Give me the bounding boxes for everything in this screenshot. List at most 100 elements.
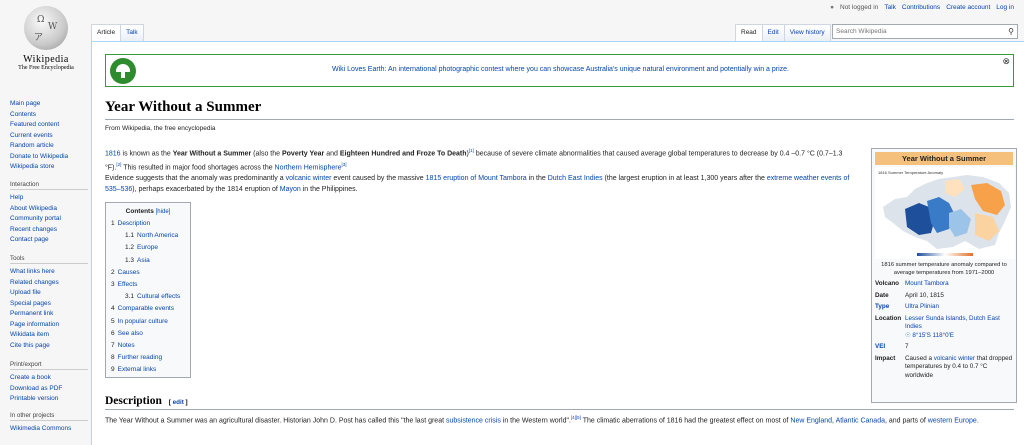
reference-link[interactable]: [4][5] — [571, 415, 581, 420]
link-new-england[interactable]: New England — [790, 417, 832, 424]
link-coordinates[interactable]: 8°15′S 118°0′E — [912, 332, 954, 339]
text: (the largest eruption in at least 1,300 … — [602, 175, 767, 182]
link-subsistence-crisis[interactable]: subsistence crisis — [446, 417, 501, 424]
user-talk-link[interactable]: Talk — [884, 4, 896, 11]
link-northern-hemisphere[interactable]: Northern Hemisphere — [275, 165, 342, 172]
toc-item[interactable]: 5 In popular culture — [111, 318, 168, 325]
login-link[interactable]: Log in — [996, 4, 1014, 11]
link-1816[interactable]: 1816 — [105, 150, 121, 157]
sidebar-item-contact[interactable]: Contact page — [10, 236, 49, 243]
sidebar-item-contents[interactable]: Contents — [10, 111, 36, 118]
portal-heading: Tools — [10, 255, 88, 264]
contributions-link[interactable]: Contributions — [902, 4, 940, 11]
toc-item[interactable]: 3 Effects — [111, 281, 137, 288]
link-type[interactable]: Type — [875, 303, 905, 312]
link-mayon[interactable]: Mayon — [280, 186, 301, 193]
wikipedia-logo[interactable]: ΩWア Wikipedia The Free Encyclopedia — [10, 6, 82, 86]
bold-term: Eighteen Hundred and Froze To Death — [339, 150, 467, 158]
temperature-anomaly-map[interactable]: 1816 Summer Temperature Anomaly — [875, 167, 1015, 259]
personal-tools: ● Not logged in Talk Contributions Creat… — [830, 4, 1014, 11]
sidebar-item-cite[interactable]: Cite this page — [10, 342, 50, 349]
sidebar-item-featured-content[interactable]: Featured content — [10, 121, 59, 128]
sidebar-item-commons[interactable]: Wikimedia Commons — [10, 425, 71, 432]
link-lesser-sunda-islands[interactable]: Lesser Sunda Islands, Dutch East Indies — [905, 315, 1000, 331]
infobox-row-location: Location Lesser Sunda Islands, Dutch Eas… — [875, 315, 1013, 341]
toc-item[interactable]: 1.2 Europe — [125, 244, 158, 251]
link-volcanic-winter[interactable]: volcanic winter — [286, 175, 332, 182]
sidebar-item-permanent-link[interactable]: Permanent link — [10, 310, 53, 317]
text: event caused by the massive — [331, 175, 426, 182]
table-of-contents: Contents [hide] 1 Description 1.1 North Am… — [105, 202, 191, 378]
link-dutch-east-indies[interactable]: Dutch East Indies — [548, 175, 603, 182]
create-account-link[interactable]: Create account — [946, 4, 990, 11]
sidebar-item-page-information[interactable]: Page information — [10, 321, 59, 328]
infobox-row-vei: VEI 7 — [875, 343, 1013, 352]
sidebar-item-wikidata-item[interactable]: Wikidata item — [10, 331, 49, 338]
page-title: Year Without a Summer — [105, 99, 1014, 120]
sidebar: ΩWア Wikipedia The Free Encyclopedia Main… — [0, 0, 90, 445]
link-atlantic-canada[interactable]: Atlantic Canada — [836, 417, 885, 424]
sidebar-item-related-changes[interactable]: Related changes — [10, 279, 59, 286]
sidebar-item-what-links-here[interactable]: What links here — [10, 268, 55, 275]
tab-talk[interactable]: Talk — [120, 24, 144, 41]
tab-article[interactable]: Article — [91, 24, 122, 41]
toc-item[interactable]: 7 Notes — [111, 342, 135, 349]
sidebar-item-donate[interactable]: Donate to Wikipedia — [10, 153, 68, 160]
sidebar-item-community-portal[interactable]: Community portal — [10, 215, 61, 222]
toc-item[interactable]: 4 Comparable events — [111, 305, 174, 312]
sidebar-item-current-events[interactable]: Current events — [10, 132, 53, 139]
toc-item[interactable]: 9 External links — [111, 366, 156, 373]
toc-item[interactable]: 2 Causes — [111, 269, 140, 276]
view-tabs: Read Edit View history — [735, 24, 831, 41]
section-edit-link[interactable]: edit — [173, 399, 184, 406]
reference-link[interactable]: [3] — [341, 162, 346, 167]
link-vei[interactable]: VEI — [875, 343, 905, 352]
portal-other-projects: In other projects Wikimedia Commons — [10, 412, 88, 435]
search-input[interactable] — [833, 25, 1003, 38]
tab-read[interactable]: Read — [735, 24, 763, 41]
link-tambora-eruption[interactable]: 1815 eruption of Mount Tambora — [426, 175, 527, 182]
infobox-row-type: Type Ultra Plinian — [875, 303, 1013, 312]
text: The climatic aberrations of 1816 had the… — [580, 417, 791, 425]
link-mount-tambora[interactable]: Mount Tambora — [905, 280, 1013, 289]
link-ultra-plinian[interactable]: Ultra Plinian — [905, 303, 1013, 312]
search-icon[interactable]: ⚲ — [1008, 27, 1014, 36]
toc-hide-toggle[interactable]: [hide] — [156, 209, 171, 215]
nav-main: Main page Contents Featured content Curr… — [10, 99, 88, 173]
link-volcanic-winter[interactable]: volcanic winter — [934, 355, 975, 362]
sidebar-item-upload-file[interactable]: Upload file — [10, 289, 41, 296]
logo-wordmark: Wikipedia — [23, 54, 69, 65]
sidebar-item-store[interactable]: Wikipedia store — [10, 163, 54, 170]
toc-item[interactable]: 8 Further reading — [111, 354, 162, 361]
text: The Year Without a Summer was an agricul… — [105, 417, 446, 425]
tab-view-history[interactable]: View history — [783, 24, 831, 41]
sidebar-item-special-pages[interactable]: Special pages — [10, 300, 51, 307]
sidebar-item-about[interactable]: About Wikipedia — [10, 205, 57, 212]
sidebar-item-recent-changes[interactable]: Recent changes — [10, 226, 57, 233]
text: Caused a — [905, 354, 934, 362]
portal-heading: In other projects — [10, 412, 88, 421]
sidebar-item-printable[interactable]: Printable version — [10, 395, 58, 402]
map-caption: 1816 summer temperature anomaly compared… — [881, 262, 1007, 276]
color-scale-bar — [917, 253, 973, 256]
tab-edit[interactable]: Edit — [761, 24, 785, 41]
bold-term: Year Without a Summer — [172, 150, 252, 158]
namespace-tabs: Article Talk — [91, 24, 144, 41]
portal-tools: Tools What links here Related changes Up… — [10, 255, 88, 351]
section-title: Description — [105, 395, 162, 407]
sidebar-item-main-page[interactable]: Main page — [10, 100, 40, 107]
sidebar-item-random-article[interactable]: Random article — [10, 142, 54, 149]
toc-item[interactable]: 1 Description — [111, 220, 150, 227]
toc-item[interactable]: 1.1 North America — [125, 232, 178, 239]
sidebar-item-create-book[interactable]: Create a book — [10, 374, 51, 381]
infobox-row-volcano: Volcano Mount Tambora — [875, 280, 1013, 289]
search-box: ⚲ — [832, 24, 1018, 39]
notice-link[interactable]: Wiki Loves Earth: An international photo… — [106, 66, 1015, 73]
toc-item[interactable]: 3.1 Cultural effects — [125, 293, 180, 300]
sidebar-item-download-pdf[interactable]: Download as PDF — [10, 385, 62, 392]
sidebar-item-help[interactable]: Help — [10, 194, 23, 201]
link-western-europe[interactable]: western Europe — [928, 417, 977, 424]
close-icon[interactable]: ⊗ — [1002, 56, 1010, 67]
toc-item[interactable]: 1.3 Asia — [125, 257, 150, 264]
toc-item[interactable]: 6 See also — [111, 330, 143, 337]
